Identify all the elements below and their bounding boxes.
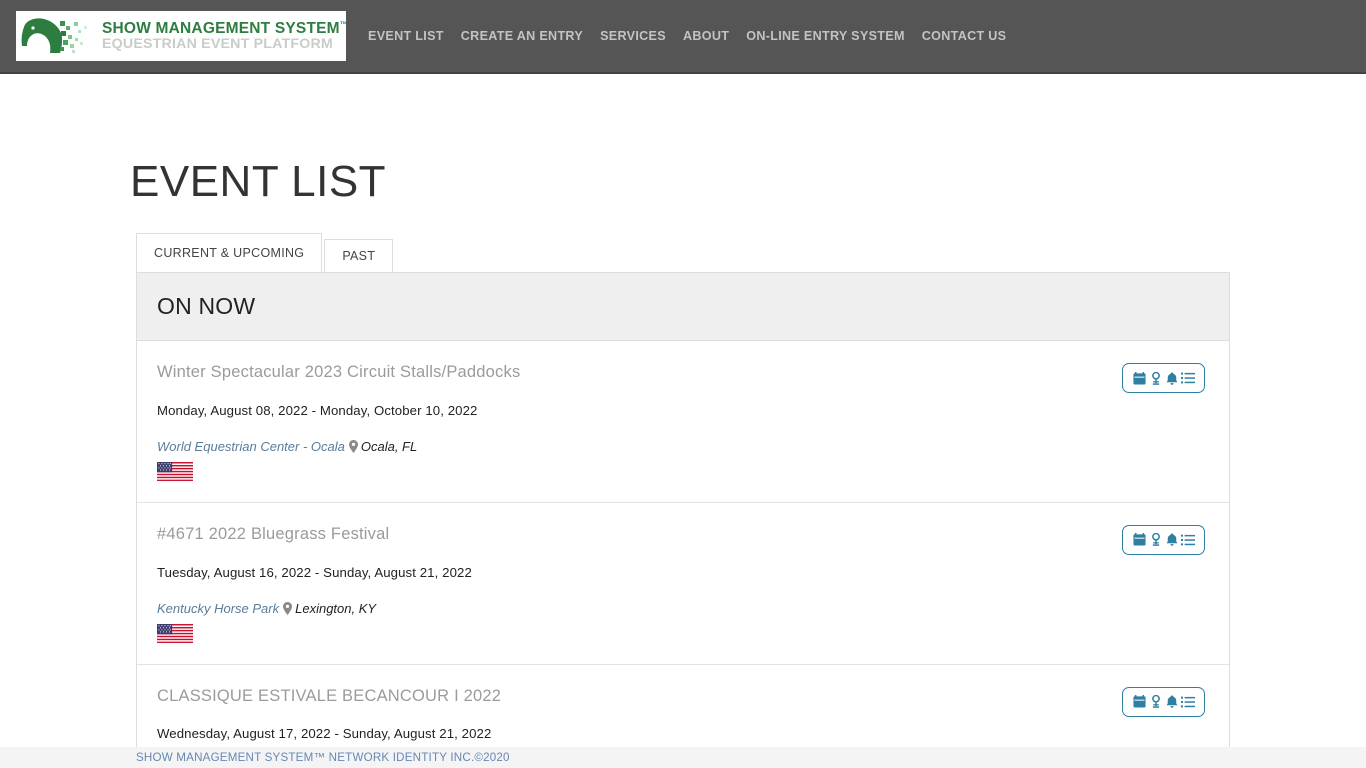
person-icon[interactable] <box>1148 695 1163 708</box>
calendar-icon[interactable] <box>1132 371 1147 385</box>
tab-current-and-upcoming[interactable]: CURRENT & UPCOMING <box>136 233 323 272</box>
map-pin-icon <box>283 602 293 616</box>
table-row[interactable]: Winter Spectacular 2023 Circuit Stalls/P… <box>137 341 1229 503</box>
event-dates: Tuesday, August 16, 2022 - Sunday, Augus… <box>157 564 472 580</box>
nav-item-about[interactable]: ABOUT <box>683 29 729 43</box>
tab-past[interactable]: PAST <box>324 239 394 272</box>
list-icon[interactable] <box>1180 372 1195 384</box>
tab-label: CURRENT & UPCOMING <box>154 246 305 260</box>
calendar-icon[interactable] <box>1132 533 1147 546</box>
event-venue-link[interactable]: Kentucky Horse Park <box>157 601 279 617</box>
nav-item-contact-us[interactable]: CONTACT US <box>922 29 1007 43</box>
list-icon[interactable] <box>1180 696 1195 708</box>
event-dates: Wednesday, August 17, 2022 - Sunday, Aug… <box>157 726 492 742</box>
event-dates: Monday, August 08, 2022 - Monday, Octobe… <box>157 402 478 418</box>
table-row[interactable]: CLASSIQUE ESTIVALE BECANCOUR I 2022 Wedn… <box>137 665 1229 747</box>
person-icon[interactable] <box>1148 371 1163 385</box>
calendar-icon[interactable] <box>1132 695 1147 708</box>
nav-item-services[interactable]: SERVICES <box>600 29 666 43</box>
horse-head-pixel-logo-icon <box>16 13 102 59</box>
us-flag-icon <box>157 623 193 643</box>
card-section-heading-label: ON NOW <box>157 293 256 319</box>
nav-item-create-an-entry[interactable]: CREATE AN ENTRY <box>461 29 583 43</box>
bell-icon[interactable] <box>1164 533 1179 547</box>
event-title[interactable]: CLASSIQUE ESTIVALE BECANCOUR I 2022 <box>157 687 1209 707</box>
tab-label: PAST <box>342 249 376 263</box>
bell-icon[interactable] <box>1164 695 1179 708</box>
logo-wordmark: SHOW MANAGEMENT SYSTEM™ EQUESTRIAN EVENT… <box>102 19 346 53</box>
map-pin-icon <box>348 440 358 454</box>
footer-copyright: SHOW MANAGEMENT SYSTEM™ NETWORK IDENTITY… <box>136 751 510 764</box>
event-list-card: ON NOW Winter Spectacular 2023 Circuit S… <box>136 272 1230 748</box>
nav-item-on-line-entry-system[interactable]: ON-LINE ENTRY SYSTEM <box>746 29 905 43</box>
event-location: Ocala, FL <box>360 439 418 455</box>
page-title: EVENT LIST <box>130 157 387 206</box>
event-venue-line: World Equestrian Center - Ocala Ocala, F… <box>157 439 1209 455</box>
logo-secondary-text: EQUESTRIAN EVENT PLATFORM <box>102 36 333 53</box>
event-venue-link[interactable]: World Equestrian Center - Ocala <box>157 439 345 455</box>
event-actions-button-group[interactable] <box>1122 524 1205 555</box>
event-list-tabs: CURRENT & UPCOMING PAST <box>136 233 394 272</box>
main-navigation: EVENT LIST CREATE AN ENTRY SERVICES ABOU… <box>368 29 1006 43</box>
event-title[interactable]: Winter Spectacular 2023 Circuit Stalls/P… <box>157 363 1209 383</box>
site-footer: SHOW MANAGEMENT SYSTEM™ NETWORK IDENTITY… <box>0 747 1366 768</box>
event-actions-button-group[interactable] <box>1122 363 1205 393</box>
event-venue-line: Kentucky Horse Park Lexington, KY <box>157 601 1209 617</box>
nav-item-event-list[interactable]: EVENT LIST <box>368 29 444 43</box>
card-section-heading: ON NOW <box>137 273 1229 341</box>
site-header: SHOW MANAGEMENT SYSTEM™ EQUESTRIAN EVENT… <box>0 0 1366 74</box>
event-actions-button-group[interactable] <box>1122 686 1205 717</box>
list-icon[interactable] <box>1180 534 1195 546</box>
event-title[interactable]: #4671 2022 Bluegrass Festival <box>157 525 1209 545</box>
event-location: Lexington, KY <box>295 601 377 617</box>
site-logo[interactable]: SHOW MANAGEMENT SYSTEM™ EQUESTRIAN EVENT… <box>16 11 346 61</box>
bell-icon[interactable] <box>1164 371 1179 385</box>
us-flag-icon <box>157 461 193 481</box>
logo-primary-text: SHOW MANAGEMENT SYSTEM™ <box>102 19 346 37</box>
table-row[interactable]: #4671 2022 Bluegrass Festival Tuesday, A… <box>137 503 1229 665</box>
person-icon[interactable] <box>1148 533 1163 547</box>
